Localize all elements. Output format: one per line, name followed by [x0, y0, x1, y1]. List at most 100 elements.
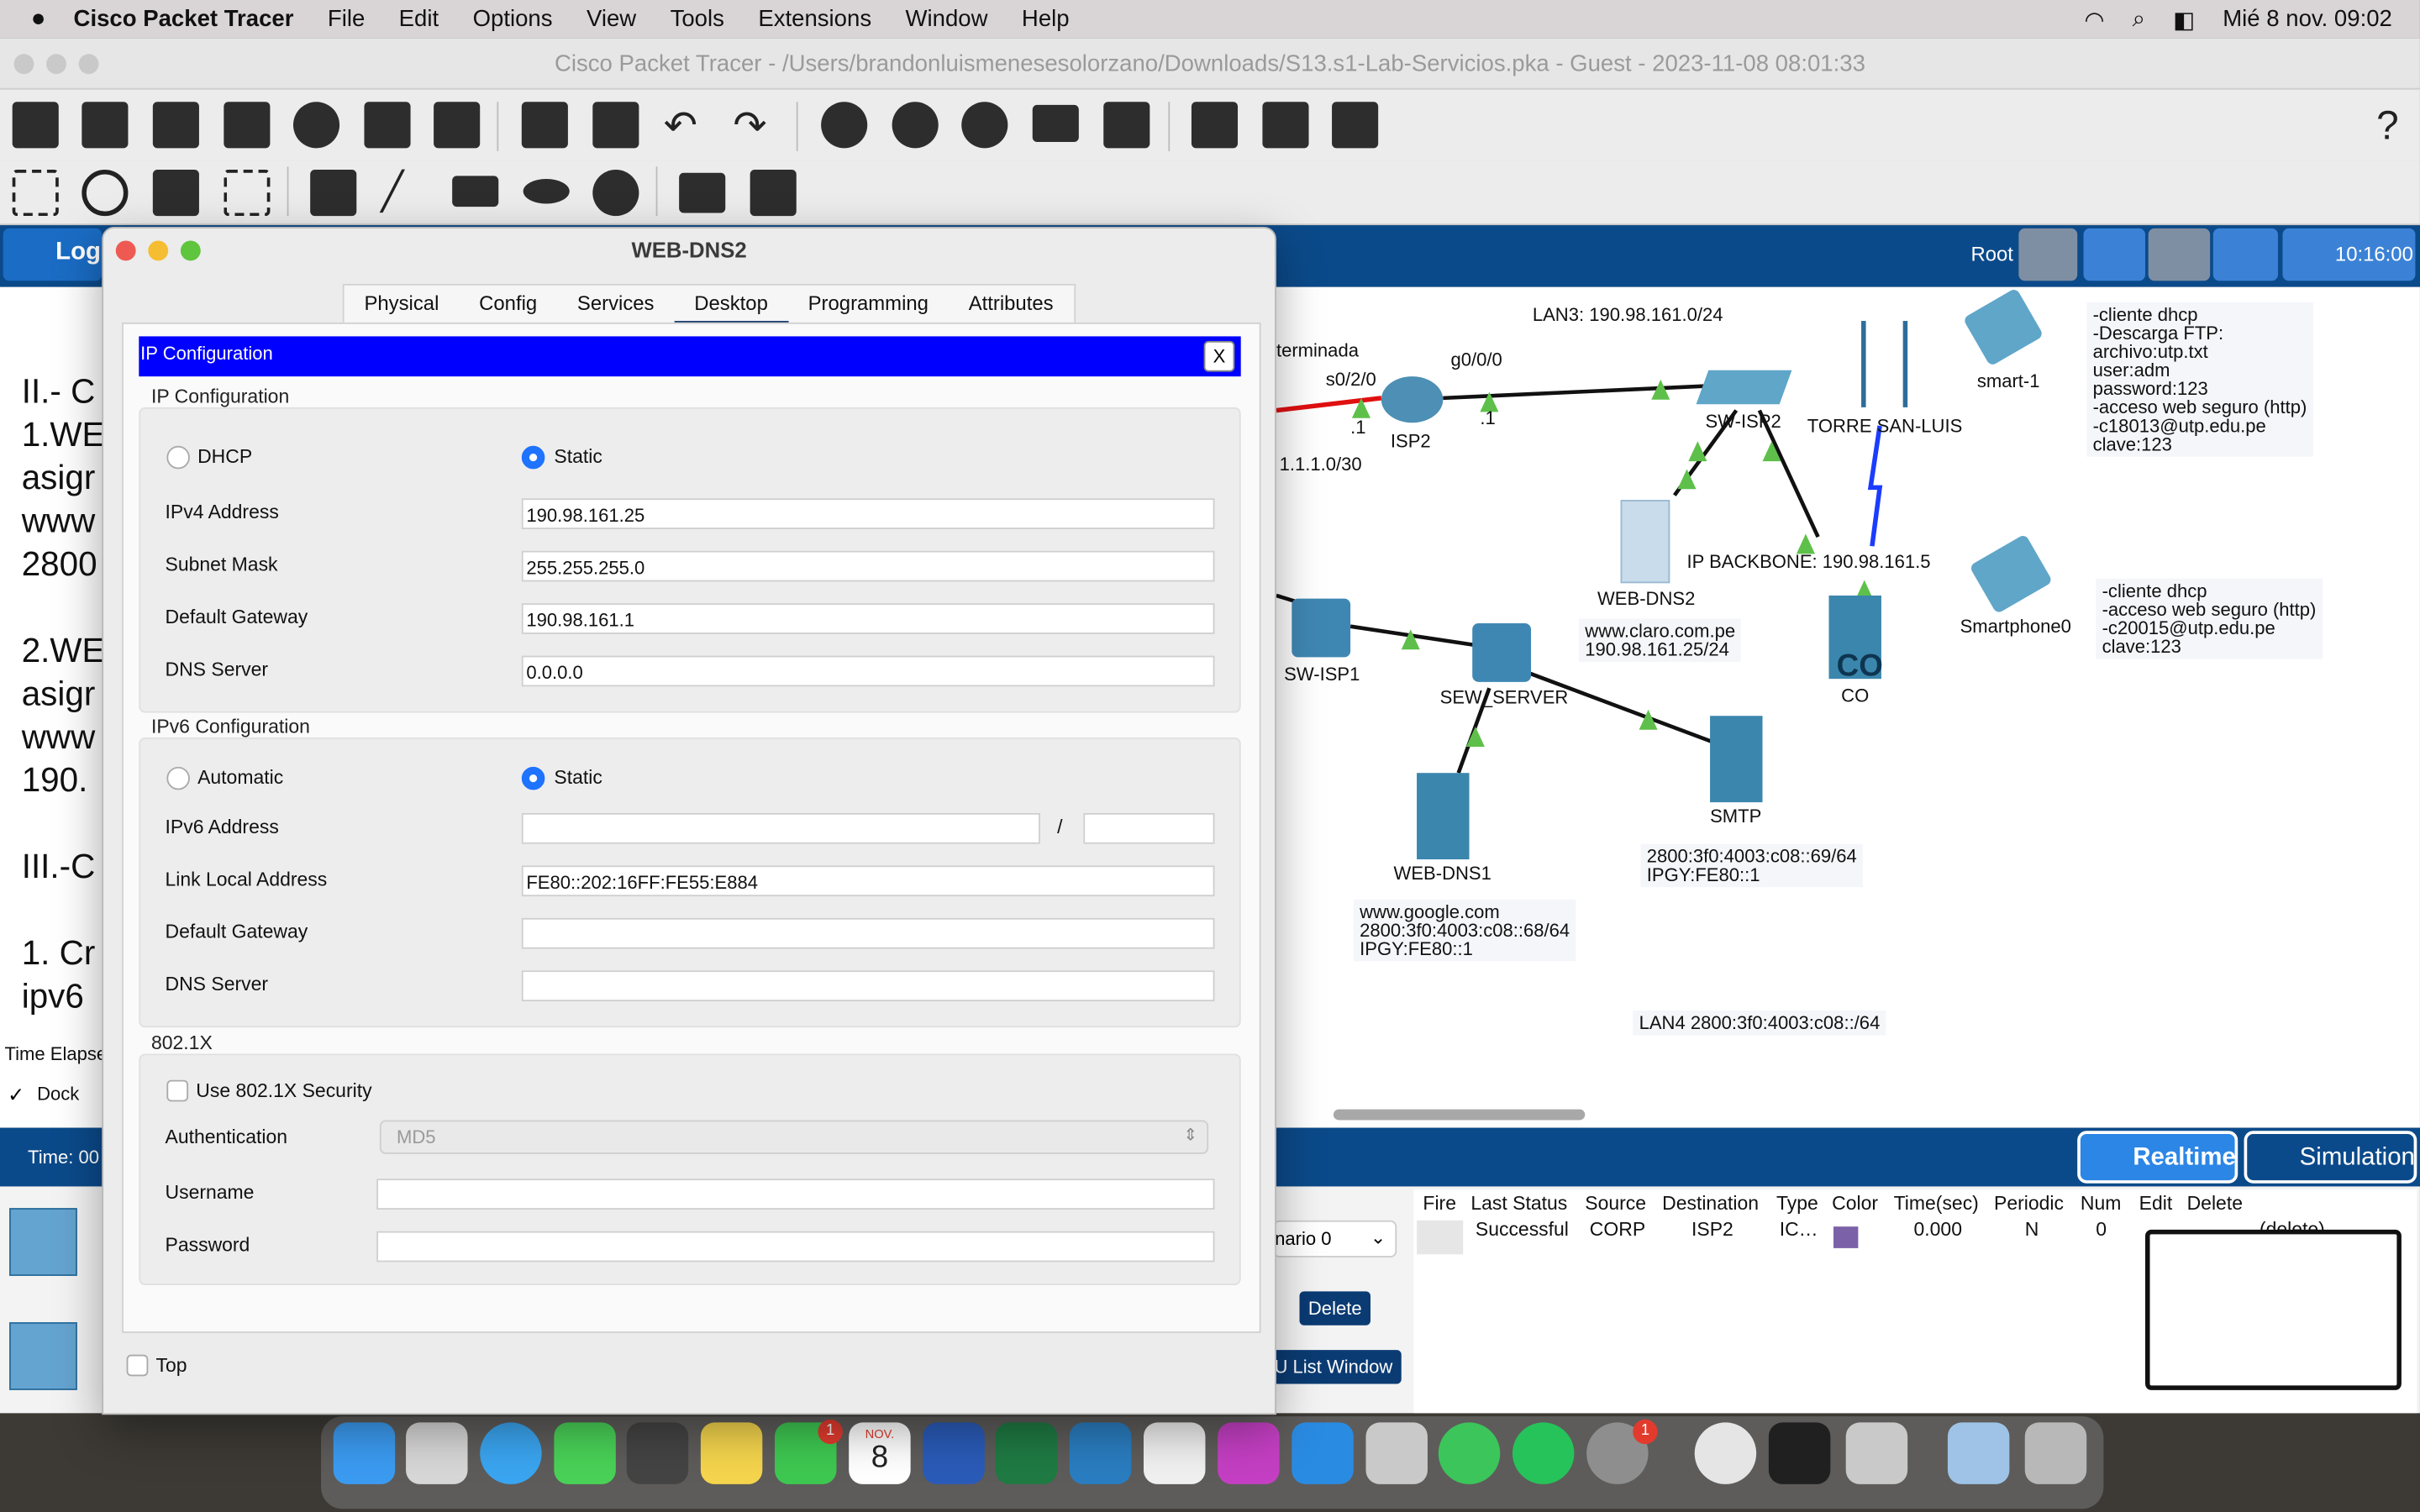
- trash-icon[interactable]: [2024, 1422, 2087, 1484]
- intellij-icon[interactable]: [1218, 1422, 1280, 1484]
- terminal-icon[interactable]: [1768, 1422, 1831, 1484]
- mail-icon[interactable]: [1947, 1422, 2010, 1484]
- place-note-icon[interactable]: [310, 170, 357, 217]
- menu-options[interactable]: Options: [473, 6, 553, 32]
- top-checkbox[interactable]: [126, 1354, 149, 1377]
- vscode-icon[interactable]: [1292, 1422, 1354, 1484]
- default-gateway-input[interactable]: 190.98.161.1: [521, 603, 1215, 634]
- tab-desktop[interactable]: Desktop: [674, 286, 788, 326]
- tab-services[interactable]: Services: [557, 286, 674, 326]
- sew-server-switch-icon[interactable]: [1472, 623, 1532, 682]
- logical-tab[interactable]: Log: [3, 228, 103, 281]
- calendar-icon[interactable]: NOV. 8: [849, 1422, 911, 1484]
- dhcp-radio[interactable]: [166, 445, 190, 470]
- sw-isp1-switch-icon[interactable]: [1292, 598, 1351, 658]
- chrome-icon[interactable]: [1694, 1422, 1757, 1484]
- notes-icon[interactable]: [700, 1422, 763, 1484]
- spotify-icon[interactable]: [1512, 1422, 1575, 1484]
- excel-icon[interactable]: [995, 1422, 1058, 1484]
- ip-config-close-button[interactable]: X: [1203, 340, 1235, 372]
- zoom-reset-icon[interactable]: [892, 102, 939, 149]
- subnet-mask-input[interactable]: 255.255.255.0: [521, 550, 1215, 582]
- viewport-clock[interactable]: 10:16:00: [2282, 228, 2416, 281]
- packet-tracer-file-icon[interactable]: [1365, 1422, 1428, 1484]
- web-dns1-server-icon[interactable]: [1417, 773, 1470, 860]
- redo-icon[interactable]: ↷: [733, 102, 779, 148]
- web-dns2-server-icon[interactable]: [1620, 500, 1670, 584]
- downloads-icon[interactable]: [1845, 1422, 1908, 1484]
- launchpad-icon[interactable]: [406, 1422, 468, 1484]
- undo-icon[interactable]: ↶: [664, 102, 710, 148]
- draw-ellipse-icon[interactable]: [523, 179, 570, 204]
- custom-devices-icon[interactable]: [1103, 102, 1150, 149]
- pdu-list-icon[interactable]: [1191, 102, 1239, 149]
- add-simple-pdu-icon[interactable]: [679, 172, 726, 213]
- dns-server-input[interactable]: 0.0.0.0: [521, 655, 1215, 687]
- horizontal-scrollbar[interactable]: [1333, 1109, 1586, 1121]
- menu-window[interactable]: Window: [906, 6, 988, 32]
- back-icon[interactable]: [2018, 228, 2078, 281]
- whatsapp-icon[interactable]: [1438, 1422, 1501, 1484]
- move-object-icon[interactable]: [2148, 228, 2211, 281]
- static6-radio[interactable]: [521, 766, 545, 790]
- mongodb-icon[interactable]: [1143, 1422, 1206, 1484]
- network-info-icon[interactable]: [1262, 102, 1309, 149]
- device-category-router[interactable]: [9, 1208, 77, 1276]
- wifi-icon[interactable]: ◠: [2084, 6, 2104, 34]
- smtp-server-icon[interactable]: [1710, 716, 1763, 803]
- zoom-in-icon[interactable]: [821, 102, 868, 149]
- menu-view[interactable]: View: [587, 6, 636, 32]
- freeform-icon[interactable]: [592, 170, 639, 217]
- tab-programming[interactable]: Programming: [788, 286, 949, 326]
- menu-help[interactable]: Help: [1022, 6, 1070, 32]
- tab-config[interactable]: Config: [459, 286, 557, 326]
- delete-scenario-button[interactable]: Delete: [1299, 1291, 1370, 1326]
- help-icon[interactable]: ?: [2365, 102, 2411, 148]
- new-file-icon[interactable]: [12, 102, 59, 149]
- link-local-input[interactable]: FE80::202:16FF:FE55:E884: [521, 865, 1215, 897]
- pdu-list-window-button[interactable]: U List Window: [1265, 1350, 1402, 1384]
- authentication-select[interactable]: MD5 ⇕: [379, 1120, 1209, 1154]
- new-cluster-icon[interactable]: [2083, 228, 2146, 281]
- word-icon[interactable]: [923, 1422, 985, 1484]
- resize-shape-icon[interactable]: [224, 170, 271, 217]
- ipv4-address-input[interactable]: 190.98.161.25: [521, 498, 1215, 529]
- control-center-icon[interactable]: ◧: [2173, 6, 2195, 34]
- finder-icon[interactable]: [333, 1422, 396, 1484]
- menu-tools[interactable]: Tools: [671, 6, 724, 32]
- app-menu[interactable]: Cisco Packet Tracer: [74, 6, 294, 32]
- set-background-icon[interactable]: [2212, 228, 2278, 281]
- ipv6-dns-input[interactable]: [521, 970, 1215, 1002]
- user-profile-icon[interactable]: [364, 102, 411, 149]
- info-icon[interactable]: [292, 102, 340, 149]
- drawing-palette-icon[interactable]: [1032, 104, 1079, 142]
- isp2-router-icon[interactable]: [1381, 376, 1444, 423]
- fire-cell[interactable]: [1417, 1220, 1464, 1255]
- realtime-button[interactable]: Realtime: [2077, 1131, 2238, 1184]
- sw-isp2-switch-icon[interactable]: [1696, 370, 1792, 405]
- password-input[interactable]: [376, 1231, 1215, 1263]
- select-icon[interactable]: [12, 170, 59, 217]
- menubar-clock[interactable]: Mié 8 nov. 09:02: [2223, 6, 2392, 34]
- screenshot-icon[interactable]: [1332, 102, 1379, 149]
- open-folder-icon[interactable]: [82, 102, 129, 149]
- thumbnail-preview[interactable]: [2145, 1229, 2402, 1390]
- scenario-select[interactable]: nario 0 ⌄: [1273, 1220, 1397, 1257]
- print-icon[interactable]: [224, 102, 271, 149]
- menu-file[interactable]: File: [328, 6, 365, 32]
- paste-icon[interactable]: [592, 102, 639, 149]
- save-icon[interactable]: [152, 102, 199, 149]
- ipv6-gateway-input[interactable]: [521, 917, 1215, 949]
- ipv6-address-input[interactable]: [521, 812, 1040, 844]
- activity-wizard-icon[interactable]: [434, 102, 481, 149]
- root-label[interactable]: Root: [1970, 242, 2012, 265]
- automatic-radio[interactable]: [166, 766, 190, 790]
- calculator-icon[interactable]: [626, 1422, 689, 1484]
- delete-icon[interactable]: [152, 170, 199, 217]
- add-complex-pdu-icon[interactable]: [750, 170, 797, 217]
- inspect-icon[interactable]: [82, 170, 129, 217]
- packet-tracer-icon[interactable]: [1069, 1422, 1132, 1484]
- username-input[interactable]: [376, 1179, 1215, 1210]
- static-radio[interactable]: [521, 445, 545, 470]
- safari-icon[interactable]: [480, 1422, 542, 1484]
